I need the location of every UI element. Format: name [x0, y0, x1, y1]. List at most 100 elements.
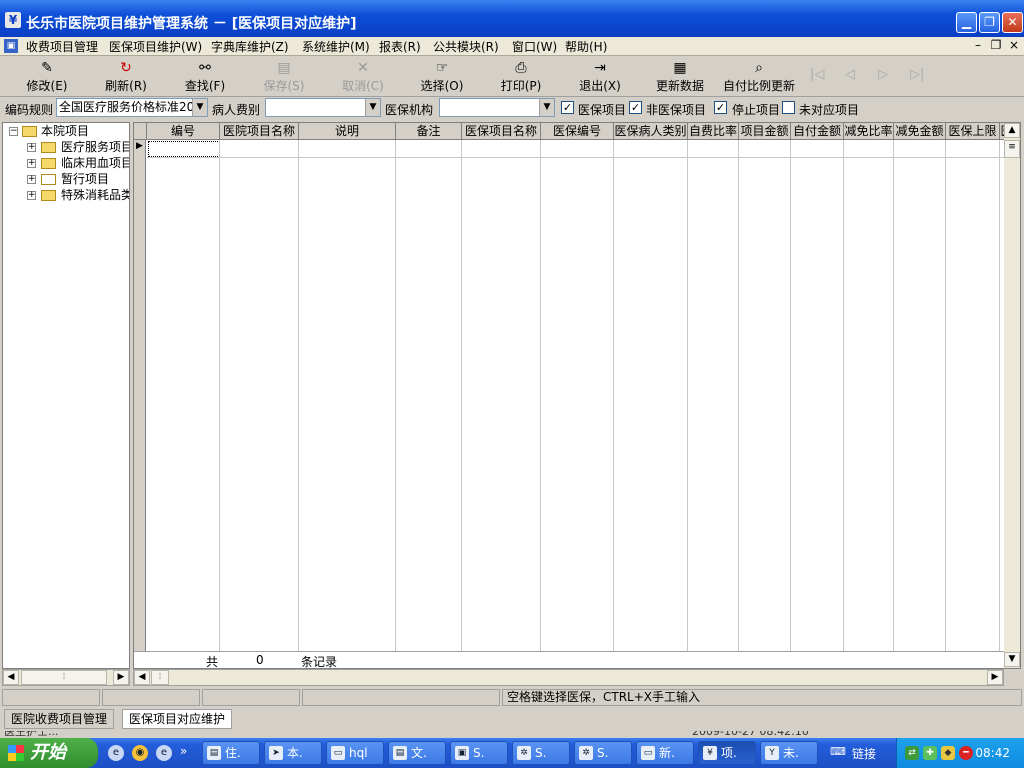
expand-icon[interactable]: + [27, 175, 36, 184]
current-cell[interactable] [148, 141, 220, 157]
menu-public-module[interactable]: 公共模块(R) [433, 38, 499, 55]
insurer-select[interactable]: ▼ [439, 98, 555, 117]
exit-button[interactable]: ⇥ 退出(X) [573, 59, 627, 95]
print-button[interactable]: ⎙ 打印(P) [494, 59, 548, 95]
column-header[interactable]: 医保项目名称 [462, 123, 541, 140]
nav-next-button[interactable]: ▷ [878, 67, 888, 82]
non-insurance-items-checkbox[interactable]: ✓ [629, 101, 642, 114]
column-header[interactable]: 编号 [147, 123, 220, 140]
tree-node-clinical-blood[interactable]: 临床用血项目 [61, 155, 129, 171]
tree-root[interactable]: 本院项目 [41, 123, 89, 139]
column-header[interactable]: 医保上限 [946, 123, 1000, 140]
column-header[interactable]: 说明 [299, 123, 396, 140]
tab-insurance-mapping[interactable]: 医保项目对应维护 [122, 709, 233, 729]
column-header[interactable]: 自付金额 [791, 123, 844, 140]
stop-icon[interactable]: ━ [959, 746, 973, 760]
scroll-right-icon[interactable]: ▶ [987, 670, 1003, 685]
tree-horizontal-scrollbar[interactable]: ◀ ⦙ ▶ [2, 669, 130, 686]
scroll-up-icon[interactable]: ▲ [1004, 123, 1020, 138]
quicklaunch-icon[interactable]: e [108, 745, 124, 761]
scroll-thumb[interactable]: ⦙ [21, 670, 107, 685]
tree-node-temporary[interactable]: 暂行项目 [61, 171, 109, 187]
clock[interactable]: 08:42 [975, 746, 1010, 760]
links-toolbar[interactable]: 链接 [852, 745, 876, 762]
task-button[interactable]: Y 未. [760, 741, 818, 765]
column-header[interactable]: 医保编号 [541, 123, 614, 140]
mdi-app-icon[interactable]: ▣ [4, 39, 18, 53]
nav-last-button[interactable]: ▷| [910, 67, 924, 82]
insurance-items-checkbox[interactable]: ✓ [561, 101, 574, 114]
task-button[interactable]: ▭ 新. [636, 741, 694, 765]
restore-button[interactable]: ❐ [979, 12, 1000, 33]
column-header[interactable]: 医保病人类别 [614, 123, 688, 140]
column-header[interactable]: 项目金额 [739, 123, 791, 140]
tab-hospital-charge-items[interactable]: 医院收费项目管理 [4, 709, 115, 729]
scroll-thumb[interactable]: ⦙ [151, 670, 169, 685]
tool-icon[interactable]: ◆ [941, 746, 955, 760]
ie-icon[interactable]: e [156, 745, 172, 761]
refresh-button[interactable]: ↻ 刷新(R) [99, 59, 153, 95]
keyboard-icon[interactable]: ⌨ [830, 745, 846, 758]
expand-icon[interactable]: + [27, 159, 36, 168]
column-header[interactable]: 减免比率 [844, 123, 894, 140]
scroll-down-icon[interactable]: ▼ [1004, 652, 1020, 667]
menu-insurance-maint[interactable]: 医保项目维护(W) [109, 38, 202, 55]
network-icon[interactable]: ⇄ [905, 746, 919, 760]
grid-horizontal-scrollbar[interactable]: ◀ ⦙ ▶ [133, 669, 1004, 686]
shield-icon[interactable]: ✚ [923, 746, 937, 760]
unmatched-items-checkbox[interactable] [782, 101, 795, 114]
task-button-active[interactable]: ¥ 项. [698, 741, 756, 765]
menu-charge-items[interactable]: 收费项目管理 [26, 38, 98, 55]
ratio-update-button[interactable]: ⌕ 自付比例更新 [721, 59, 797, 95]
menu-system[interactable]: 系统维护(M) [302, 38, 370, 55]
task-button[interactable]: ▭ hql [326, 741, 384, 765]
mdi-minimize-button[interactable]: – [970, 38, 986, 52]
quicklaunch-icon[interactable]: ◉ [132, 745, 148, 761]
scroll-thumb[interactable]: ≡ [1004, 140, 1020, 158]
nav-prev-button[interactable]: ◁ [845, 67, 855, 82]
minimize-button[interactable]: ▁ [956, 12, 977, 33]
patient-fee-select[interactable]: ▼ [265, 98, 381, 117]
column-header[interactable]: 医院项目名称 [220, 123, 299, 140]
task-button[interactable]: ✲ S. [512, 741, 570, 765]
mdi-close-button[interactable]: × [1006, 38, 1022, 52]
task-button[interactable]: ▣ S. [450, 741, 508, 765]
select-button[interactable]: ☞ 选择(O) [415, 59, 469, 95]
grid-vertical-scrollbar[interactable]: ▲ ≡ ▼ [1004, 123, 1020, 668]
app-icon[interactable]: ¥ [5, 12, 21, 28]
task-button[interactable]: ➤ 本. [264, 741, 322, 765]
column-header[interactable]: 减免金额 [894, 123, 946, 140]
tree-node-medical-services[interactable]: 医疗服务项目 [61, 139, 129, 155]
scroll-right-icon[interactable]: ▶ [113, 670, 129, 685]
mdi-restore-button[interactable]: ❐ [988, 38, 1004, 52]
tree-node-special-consumables[interactable]: 特殊消耗品类 [61, 187, 129, 203]
find-button[interactable]: ⚯ 查找(F) [178, 59, 232, 95]
scroll-left-icon[interactable]: ◀ [134, 670, 150, 685]
app-icon: Y [765, 746, 779, 760]
code-rule-select[interactable]: 全国医疗服务价格标准20 ▼ [56, 98, 208, 117]
expand-icon[interactable]: + [27, 191, 36, 200]
column-header[interactable]: 自费比率 [688, 123, 739, 140]
cancel-button[interactable]: ✕ 取消(C) [336, 59, 390, 95]
start-button[interactable]: 开始 [0, 738, 98, 768]
menu-window[interactable]: 窗口(W) [512, 38, 557, 55]
edit-button[interactable]: ✎ 修改(E) [20, 59, 74, 95]
task-button[interactable]: ✲ S. [574, 741, 632, 765]
close-button[interactable]: ✕ [1002, 12, 1023, 33]
update-data-button[interactable]: ▦ 更新数据 [652, 59, 708, 95]
exit-icon: ⇥ [594, 60, 606, 76]
menu-report[interactable]: 报表(R) [379, 38, 421, 55]
column-header[interactable]: 备注 [396, 123, 462, 140]
task-button[interactable]: ▤ 文. [388, 741, 446, 765]
scroll-left-icon[interactable]: ◀ [3, 670, 19, 685]
menu-dictionary[interactable]: 字典库维护(Z) [211, 38, 289, 55]
item-tree: − 本院项目 + 医疗服务项目 + 临床用血项目 + 暂行项目 + 特殊消耗品类 [2, 122, 130, 669]
expand-icon[interactable]: + [27, 143, 36, 152]
collapse-icon[interactable]: − [9, 127, 18, 136]
stopped-items-checkbox[interactable]: ✓ [714, 101, 727, 114]
menu-help[interactable]: 帮助(H) [565, 38, 607, 55]
task-button[interactable]: ▤ 住. [202, 741, 260, 765]
nav-first-button[interactable]: |◁ [810, 67, 824, 82]
save-button[interactable]: ▤ 保存(S) [257, 59, 311, 95]
more-quicklaunch-icon[interactable]: » [180, 744, 187, 758]
